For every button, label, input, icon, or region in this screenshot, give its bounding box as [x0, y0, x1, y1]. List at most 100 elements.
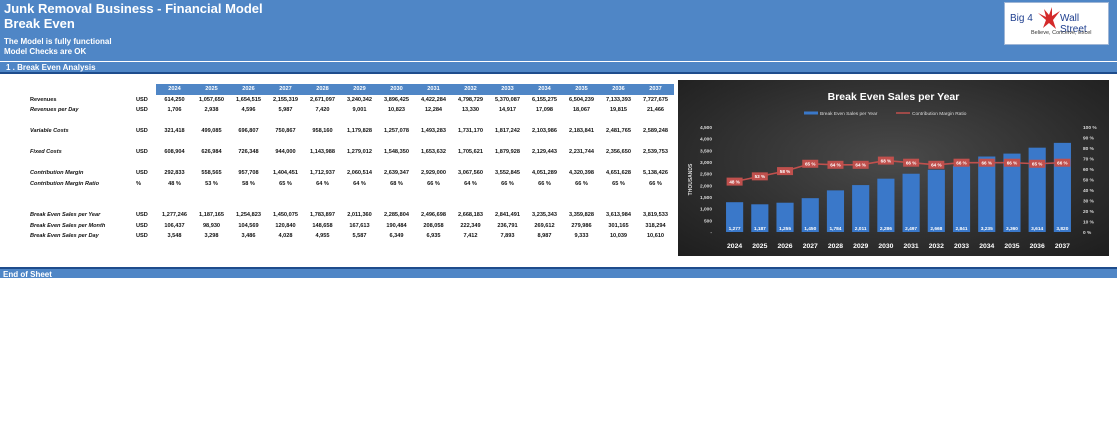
- y2-tick-label: 80 %: [1083, 146, 1095, 152]
- bar: [902, 173, 920, 232]
- table-cell: 58 %: [242, 180, 255, 187]
- y-tick-label: 2,000: [700, 183, 712, 189]
- table-cell: 5,138,426: [643, 170, 668, 177]
- table-cell: 1,404,451: [273, 170, 298, 177]
- row-label: Revenues: [30, 96, 57, 103]
- y-tick-label: 3,000: [700, 160, 712, 166]
- table-cell: 53 %: [205, 180, 218, 187]
- ratio-data-label: 65 %: [1032, 162, 1042, 167]
- year-header-cell: 2032: [452, 84, 489, 95]
- table-cell: 8,987: [537, 233, 552, 240]
- y-tick-label: 4,500: [700, 125, 712, 131]
- table-cell: 608,904: [164, 149, 185, 156]
- table-cell: 4,596: [241, 107, 256, 114]
- table-cell: 1,705,621: [458, 149, 483, 156]
- year-header-cell: 2024: [156, 84, 193, 95]
- table-cell: 1,143,988: [310, 149, 335, 156]
- table-cell: 6,504,239: [569, 96, 594, 103]
- row-label: Break Even Sales per Day: [30, 233, 99, 240]
- table-cell: 1,279,012: [347, 149, 372, 156]
- chart-canvas: Break Even Sales per Year Break Even Sale…: [688, 91, 1097, 250]
- table-cell: 13,330: [461, 107, 480, 114]
- row-unit: USD: [136, 222, 148, 229]
- table-cell: 944,000: [275, 149, 296, 156]
- table-cell: 2,929,000: [421, 170, 446, 177]
- x-tick-label: 2024: [727, 243, 742, 250]
- row-label: Contribution Margin: [30, 170, 84, 177]
- table-cell: 21,466: [646, 107, 665, 114]
- table-cell: 18,067: [572, 107, 591, 114]
- table-cell: 2,481,765: [606, 128, 631, 135]
- table-cell: 6,349: [389, 233, 404, 240]
- table-cell: 626,984: [201, 149, 222, 156]
- table-cell: 64 %: [353, 180, 366, 187]
- ratio-data-label: 66 %: [1057, 161, 1067, 166]
- table-cell: 2,060,514: [347, 170, 372, 177]
- row-label: Variable Costs: [30, 128, 69, 135]
- bar-data-label: 3,360: [1006, 226, 1018, 232]
- table-cell: 17,098: [535, 107, 554, 114]
- end-of-sheet-bar: End of Sheet: [0, 267, 1117, 279]
- table-cell: 4,422,284: [421, 96, 446, 103]
- table-cell: 68 %: [390, 180, 403, 187]
- table-cell: 269,612: [534, 222, 555, 229]
- table-cell: 957,708: [238, 170, 259, 177]
- table-cell: 7,412: [463, 233, 478, 240]
- bar-data-label: 2,497: [905, 226, 917, 232]
- x-tick-label: 2026: [777, 243, 792, 250]
- x-tick-label: 2032: [929, 243, 944, 250]
- bar: [1053, 142, 1071, 232]
- x-tick-label: 2025: [752, 243, 767, 250]
- y2-tick-label: 0 %: [1083, 230, 1092, 236]
- table-cell: 167,613: [349, 222, 370, 229]
- table-cell: 222,349: [460, 222, 481, 229]
- row-unit: USD: [136, 233, 148, 240]
- bar-data-label: 2,286: [880, 226, 892, 232]
- table-cell: 1,493,283: [421, 128, 446, 135]
- table-cell: 2,285,804: [384, 212, 409, 219]
- ratio-data-label: 53 %: [755, 174, 765, 179]
- section-header: 1 . Break Even Analysis: [0, 62, 1117, 74]
- row-unit: USD: [136, 96, 148, 103]
- table-cell: 7,420: [315, 107, 330, 114]
- table-cell: 10,039: [609, 233, 628, 240]
- x-tick-label: 2030: [878, 243, 893, 250]
- model-title: Junk Removal Business - Financial Model: [4, 1, 263, 16]
- table-cell: 148,658: [312, 222, 333, 229]
- row-unit: USD: [136, 212, 148, 219]
- table-cell: 3,067,560: [458, 170, 483, 177]
- table-cell: 1,254,823: [236, 212, 261, 219]
- table-cell: 208,058: [423, 222, 444, 229]
- y-tick-label: 1,000: [700, 207, 712, 213]
- year-header-cell: 2028: [304, 84, 341, 95]
- y-tick-label: 1,500: [700, 195, 712, 201]
- table-cell: 19,815: [609, 107, 628, 114]
- spacer-row: [30, 137, 674, 148]
- year-header-cell: 2026: [230, 84, 267, 95]
- table-cell: 3,298: [204, 233, 219, 240]
- ratio-data-label: 64 %: [931, 163, 941, 168]
- table-cell: 3,359,828: [569, 212, 594, 219]
- row-label: Break Even Sales per Month: [30, 222, 106, 229]
- ratio-data-label: 65 %: [805, 162, 815, 167]
- table-cell: 4,798,729: [458, 96, 483, 103]
- logo-text-big4: Big 4: [1010, 13, 1033, 24]
- table-cell: 3,235,343: [532, 212, 557, 219]
- table-cell: 10,823: [387, 107, 406, 114]
- table-cell: 279,986: [571, 222, 592, 229]
- spacer-row: [30, 116, 674, 127]
- y-tick-label: 500: [704, 218, 712, 224]
- year-header-cell: 2034: [526, 84, 563, 95]
- y2-tick-label: 70 %: [1083, 157, 1095, 163]
- table-cell: 66 %: [538, 180, 551, 187]
- table-cell: 2,668,183: [458, 212, 483, 219]
- ratio-data-label: 64 %: [855, 163, 865, 168]
- table-cell: 1,257,078: [384, 128, 409, 135]
- table-cell: 66 %: [501, 180, 514, 187]
- year-header-cell: 2036: [600, 84, 637, 95]
- bar-data-label: 2,011: [855, 226, 867, 232]
- table-cell: 1,450,075: [273, 212, 298, 219]
- table-cell: 1,706: [167, 107, 182, 114]
- table-cell: 190,484: [386, 222, 407, 229]
- table-cell: 301,165: [608, 222, 629, 229]
